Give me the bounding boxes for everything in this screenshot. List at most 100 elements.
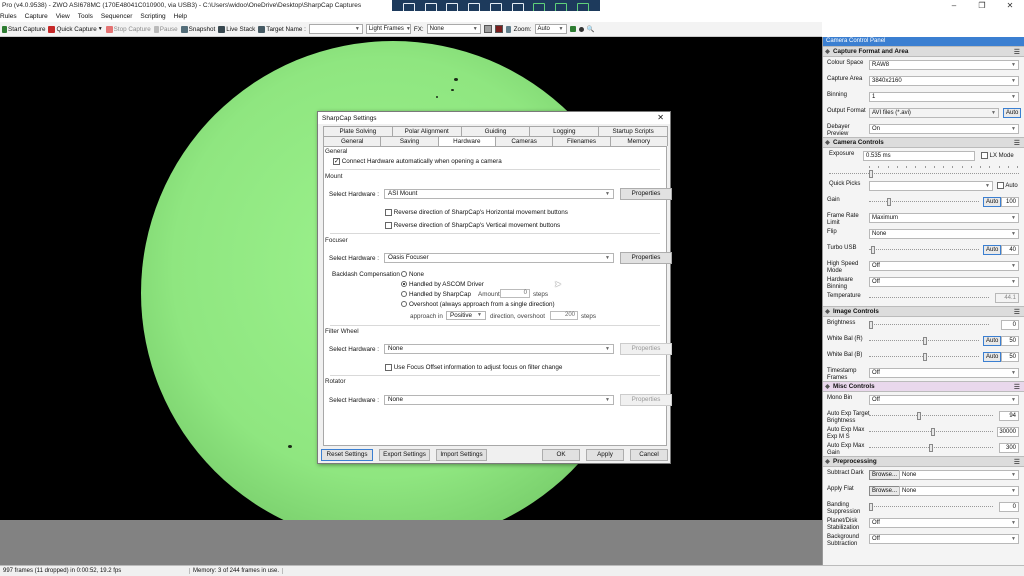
binning-select[interactable]: 1 ▼: [869, 92, 1019, 102]
maximize-button[interactable]: ❐: [968, 0, 996, 11]
max-exposure-value[interactable]: 30000: [997, 427, 1019, 437]
slider-knob[interactable]: [917, 412, 921, 420]
section-preprocessing[interactable]: Preprocessing ☰: [823, 456, 1024, 467]
quick-picks-select[interactable]: ▼: [869, 181, 993, 191]
overshoot-input[interactable]: 200: [550, 311, 578, 320]
slider-knob[interactable]: [869, 503, 873, 511]
exposure-slider[interactable]: [829, 170, 1019, 178]
wb-red-auto-button[interactable]: Auto: [983, 336, 1002, 346]
tab-general[interactable]: General: [323, 136, 382, 146]
menu-item-tools[interactable]: Tools: [74, 13, 97, 20]
close-button[interactable]: ✕: [996, 0, 1024, 11]
fx-select[interactable]: None ▼: [426, 24, 481, 34]
histogram-button[interactable]: [505, 25, 511, 33]
timestamp-select[interactable]: Off ▼: [869, 368, 1019, 378]
menu-item-scripting[interactable]: Scripting: [136, 13, 169, 20]
ok-button[interactable]: OK: [542, 449, 580, 461]
turbo-usb-value[interactable]: 40: [1001, 245, 1019, 255]
high-speed-select[interactable]: Off ▼: [869, 261, 1019, 271]
rotator-select[interactable]: None ▼: [384, 395, 614, 405]
auto-exposure-checkbox[interactable]: [997, 182, 1004, 189]
background-select[interactable]: Off ▼: [869, 534, 1019, 544]
export-settings-button[interactable]: Export Settings: [379, 449, 430, 461]
debayer-select[interactable]: On ▼: [869, 124, 1019, 134]
reset-settings-button[interactable]: Reset Settings: [321, 449, 373, 461]
rotator-properties-button[interactable]: Properties: [620, 394, 672, 406]
backlash-sharpcap-radio[interactable]: [401, 291, 407, 298]
menu-item-file[interactable]: Rules: [0, 13, 21, 20]
snapshot-button[interactable]: Snapshot: [180, 25, 215, 33]
tab-polar-alignment[interactable]: Polar Alignment: [391, 126, 462, 136]
slider-knob[interactable]: [869, 321, 873, 329]
quick-capture-button[interactable]: Quick Capture ▼: [48, 25, 103, 33]
max-gain-slider[interactable]: [869, 444, 993, 452]
output-format-select[interactable]: AVI files (*.avi) ▼: [869, 108, 999, 118]
dialog-close-button[interactable]: ✕: [657, 112, 664, 124]
section-capture-format[interactable]: Capture Format and Area ☰: [823, 46, 1024, 57]
slider-knob[interactable]: [923, 337, 927, 345]
banding-value[interactable]: 0: [999, 502, 1019, 512]
wb-blue-slider[interactable]: [869, 353, 979, 361]
tab-logging[interactable]: Logging: [529, 126, 600, 136]
backlash-ascom-radio[interactable]: [401, 281, 407, 288]
capture-area-select[interactable]: 3840x2160 ▼: [869, 76, 1019, 86]
subtract-dark-select[interactable]: None ▼: [899, 470, 1019, 480]
menu-icon[interactable]: ☰: [1014, 308, 1020, 316]
target-brightness-slider[interactable]: [869, 412, 993, 420]
wb-blue-value[interactable]: 50: [1001, 352, 1019, 362]
reverse-vertical-checkbox[interactable]: [385, 222, 392, 229]
slider-knob[interactable]: [929, 444, 933, 452]
wb-red-slider[interactable]: [869, 337, 979, 345]
pause-button[interactable]: Pause: [153, 25, 178, 33]
tab-memory[interactable]: Memory: [609, 136, 668, 146]
output-auto-button[interactable]: Auto: [1003, 108, 1022, 118]
focus-offset-checkbox[interactable]: [385, 364, 392, 371]
minimize-button[interactable]: –: [940, 0, 968, 11]
mono-bin-select[interactable]: Off ▼: [869, 395, 1019, 405]
slider-knob[interactable]: [923, 353, 927, 361]
section-camera-controls[interactable]: Camera Controls ☰: [823, 137, 1024, 148]
mount-properties-button[interactable]: Properties: [620, 188, 672, 200]
banding-slider[interactable]: [869, 503, 993, 511]
tab-hardware[interactable]: Hardware: [437, 136, 496, 146]
focuser-properties-button[interactable]: Properties: [620, 252, 672, 264]
graph-icon[interactable]: [569, 26, 576, 32]
apply-flat-select[interactable]: None ▼: [899, 486, 1019, 496]
menu-item-sequencer[interactable]: Sequencer: [97, 13, 136, 20]
section-misc-controls[interactable]: Misc Controls ☰: [823, 381, 1024, 392]
import-settings-button[interactable]: Import Settings: [436, 449, 487, 461]
brightness-value[interactable]: 0: [1001, 320, 1019, 330]
tab-plate-solving[interactable]: Plate Solving: [323, 126, 393, 136]
apply-button[interactable]: Apply: [586, 449, 624, 461]
brightness-slider[interactable]: [869, 321, 989, 329]
frame-rate-select[interactable]: Maximum ▼: [869, 213, 1019, 223]
live-stack-button[interactable]: Live Stack: [218, 25, 255, 33]
menu-icon[interactable]: ☰: [1014, 383, 1020, 391]
wb-red-value[interactable]: 50: [1001, 336, 1019, 346]
apply-flat-browse-button[interactable]: Browse...: [869, 486, 901, 496]
menu-item-view[interactable]: View: [52, 13, 74, 20]
target-name-input[interactable]: ▼: [308, 24, 363, 34]
section-image-controls[interactable]: Image Controls ☰: [823, 306, 1024, 317]
approach-direction-select[interactable]: Positive ▼: [446, 311, 486, 320]
menu-icon[interactable]: ☰: [1014, 458, 1020, 466]
slider-knob[interactable]: [871, 246, 875, 254]
color-swatch-red[interactable]: [494, 25, 503, 33]
subtract-dark-browse-button[interactable]: Browse...: [869, 470, 901, 480]
tab-startup-scripts[interactable]: Startup Scripts: [598, 126, 668, 136]
start-capture-button[interactable]: Start Capture: [2, 25, 45, 33]
zoom-in-icon[interactable]: 🔍: [587, 25, 595, 33]
menu-item-help[interactable]: Help: [170, 13, 191, 20]
target-brightness-value[interactable]: 94: [999, 411, 1019, 421]
colour-space-select[interactable]: RAW8 ▼: [869, 60, 1019, 70]
max-gain-value[interactable]: 300: [999, 443, 1019, 453]
tab-cameras[interactable]: Cameras: [494, 136, 554, 146]
gain-value[interactable]: 100: [1001, 197, 1019, 207]
max-exposure-slider[interactable]: [869, 428, 993, 436]
lx-mode-checkbox[interactable]: [981, 152, 988, 159]
filter-properties-button[interactable]: Properties: [620, 343, 672, 355]
tab-filenames[interactable]: Filenames: [552, 136, 611, 146]
mount-select[interactable]: ASI Mount ▼: [384, 189, 614, 199]
gain-auto-button[interactable]: Auto: [983, 197, 1002, 207]
turbo-usb-slider[interactable]: [869, 246, 979, 254]
